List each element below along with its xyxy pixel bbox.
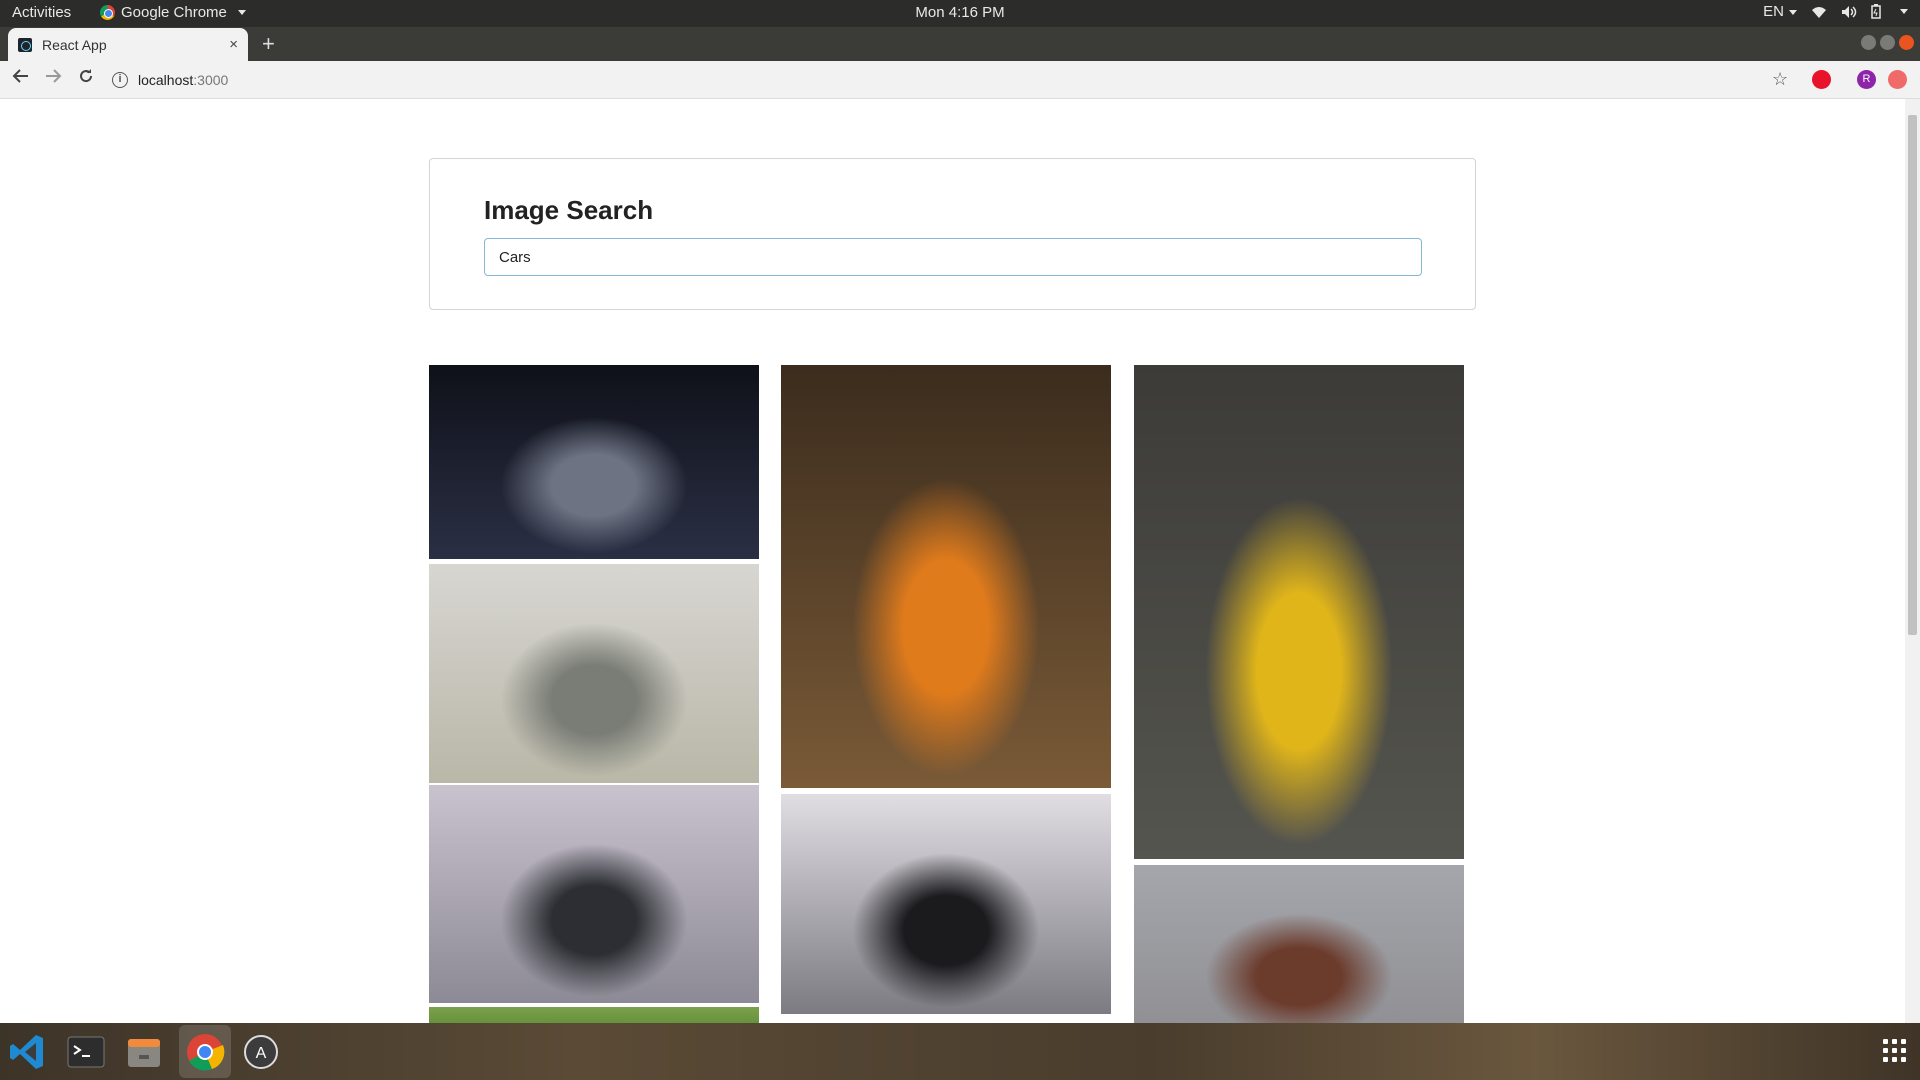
close-tab-icon[interactable]: × [229, 36, 238, 53]
new-tab-button[interactable]: + [262, 31, 275, 57]
maximize-button[interactable] [1880, 35, 1895, 50]
activities-button[interactable]: Activities [12, 4, 71, 21]
clock[interactable]: Mon 4:16 PM [915, 4, 1004, 21]
search-input[interactable] [484, 238, 1422, 276]
close-window-button[interactable] [1899, 35, 1914, 50]
extension-icon[interactable] [1888, 70, 1907, 89]
forward-icon[interactable] [44, 67, 62, 85]
system-menu-chevron-icon [1900, 9, 1908, 14]
language-label: EN [1763, 3, 1784, 20]
image-result[interactable] [429, 365, 759, 559]
chrome-toolbar: i localhost:3000 ☆ R [0, 61, 1920, 99]
terminal-icon[interactable] [65, 1031, 107, 1073]
wifi-icon [1812, 6, 1826, 18]
gnome-top-bar: Activities Google Chrome Mon 4:16 PM EN [0, 0, 1920, 27]
back-icon[interactable] [12, 67, 30, 85]
tab-title: React App [42, 36, 107, 53]
reload-icon[interactable] [77, 67, 95, 85]
image-result[interactable] [1134, 865, 1464, 1023]
chevron-down-icon [1789, 9, 1797, 15]
vscode-icon[interactable] [6, 1031, 48, 1073]
app-menu[interactable]: Google Chrome [100, 4, 246, 21]
minimize-button[interactable] [1861, 35, 1876, 50]
profile-avatar[interactable]: R [1857, 70, 1876, 89]
extension-adblock-icon[interactable] [1812, 70, 1831, 89]
address-bar[interactable]: i localhost:3000 [112, 66, 1762, 94]
language-indicator[interactable]: EN [1763, 3, 1797, 20]
battery-icon [1871, 4, 1881, 19]
chrome-tab-strip: React App × + [0, 27, 1920, 61]
page-title: Image Search [484, 195, 654, 225]
image-result[interactable] [781, 365, 1111, 788]
ubuntu-dock: A [0, 1023, 1920, 1080]
image-result[interactable] [429, 1007, 759, 1023]
volume-icon [1842, 5, 1857, 18]
svg-text:A: A [256, 1045, 267, 1062]
chevron-down-icon [237, 10, 246, 15]
app-menu-label: Google Chrome [121, 4, 227, 21]
image-result[interactable] [781, 794, 1111, 1014]
tab-react-app[interactable]: React App × [8, 28, 248, 61]
image-result[interactable] [1134, 365, 1464, 859]
search-card: Image Search [429, 158, 1476, 310]
page-content: Image Search [0, 99, 1905, 1023]
software-updater-icon[interactable]: A [240, 1031, 282, 1073]
page-scrollbar[interactable] [1905, 99, 1920, 1023]
image-result[interactable] [429, 785, 759, 1003]
show-applications-icon[interactable] [1883, 1039, 1906, 1062]
url-port: :3000 [193, 72, 229, 88]
system-tray[interactable]: EN [1763, 3, 1908, 20]
react-favicon-icon [18, 37, 32, 52]
chrome-icon[interactable] [184, 1031, 226, 1073]
scrollbar-thumb[interactable] [1908, 115, 1917, 635]
image-result[interactable] [429, 564, 759, 783]
url-host: localhost [138, 72, 194, 88]
chrome-icon [100, 5, 115, 20]
files-icon[interactable] [123, 1031, 165, 1073]
info-icon[interactable]: i [112, 72, 128, 88]
window-controls [1861, 35, 1914, 50]
bookmark-star-icon[interactable]: ☆ [1772, 69, 1788, 90]
